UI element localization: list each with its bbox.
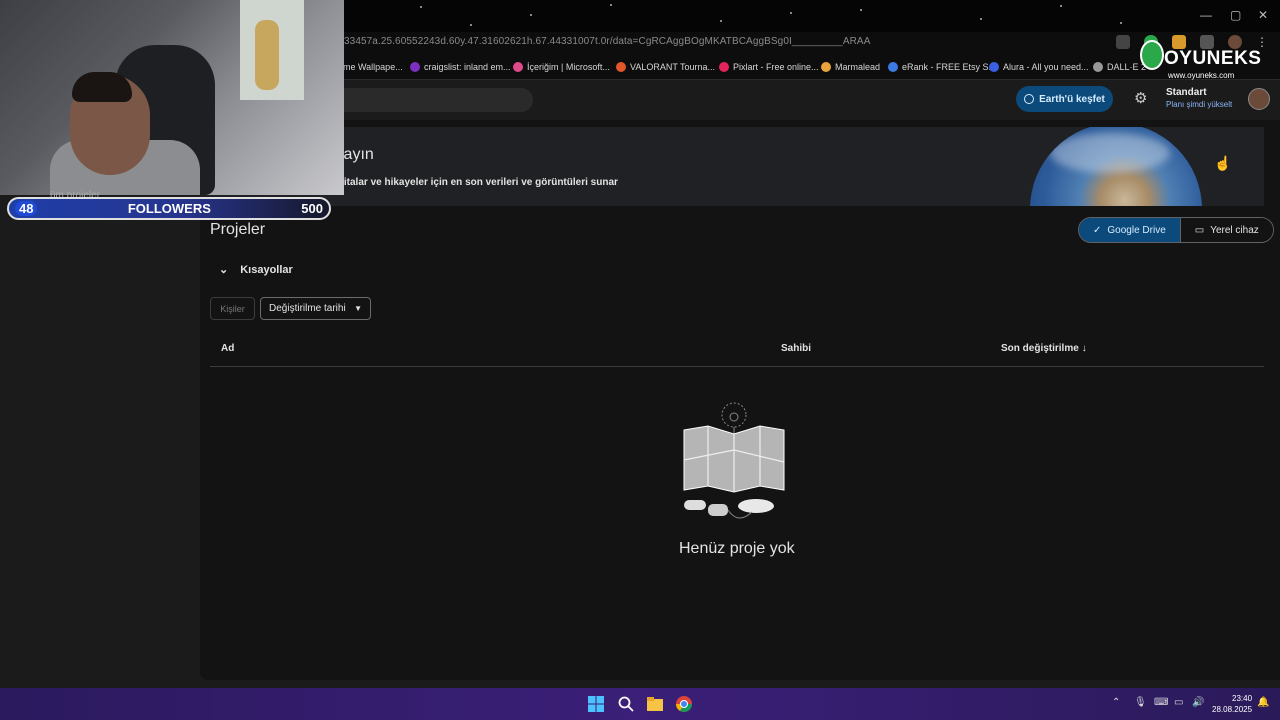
alura-icon [989,62,999,72]
column-header-owner[interactable]: Sahibi [781,343,811,354]
hand-cursor-icon: ☝ [1214,155,1232,171]
google-drive-toggle[interactable]: ✓ Google Drive [1079,218,1181,242]
earth-globe-image [1030,127,1202,206]
plan-title: Standart [1166,87,1207,98]
windows-taskbar: ⌃ 🎙 ⌨ ▭ 🔊 23:40 28.08.2025 🔔 [0,688,1280,720]
erank-icon [888,62,898,72]
keyboard-icon[interactable]: ⌨ [1154,697,1168,708]
heart-icon [719,62,729,72]
modified-date-filter[interactable]: Değiştirilme tarihi ▼ [260,297,371,320]
minimize-icon[interactable]: — [1200,8,1212,22]
craigslist-icon [410,62,420,72]
compass-icon [1024,94,1035,104]
banner-subtitle: ritalar ve hikayeler için en son veriler… [340,177,618,188]
bookmark-item[interactable]: Alura - All you need... [989,62,1089,72]
table-divider [210,366,1264,367]
system-clock[interactable]: 23:40 28.08.2025 [1212,693,1252,715]
gear-icon[interactable]: ⚙ [1134,91,1150,107]
chrome-icon[interactable] [676,696,692,712]
dropdown-arrow-icon: ▼ [354,304,362,313]
webcam-overlay [0,0,344,195]
maximize-icon[interactable]: ▢ [1230,8,1241,22]
column-header-modified[interactable]: Son değiştirilme ↓ [1001,343,1087,354]
file-explorer-icon[interactable] [647,696,663,712]
arrow-down-icon: ↓ [1081,343,1087,354]
plan-info[interactable]: Standart Planı şimdi yükselt [1166,87,1232,109]
followers-goal: 500 [301,201,323,216]
followers-label: FOLLOWERS [127,201,211,216]
explore-earth-button[interactable]: Earth'ü keşfet [1016,86,1113,112]
avatar[interactable] [1248,88,1270,110]
streamer-hair [72,72,132,102]
followers-current: 48 [15,201,38,216]
search-input[interactable] [330,88,533,112]
bookmark-item[interactable]: craigslist: inland em... [410,62,511,72]
check-icon: ✓ [1093,224,1102,236]
url-text[interactable]: 33457a.25.60552243d.60y.47.31602621h.67.… [344,36,870,47]
welcome-banner: layın ritalar ve hikayeler için en son v… [200,127,1264,206]
page-title: Projeler [210,221,266,238]
oyuneks-watermark: OYUNEKS www.oyuneks.com [1138,38,1268,82]
empty-state-text: Henüz proje yok [679,540,795,557]
poster-figure [255,20,279,90]
laptop-icon: ▭ [1194,224,1205,236]
windows-start-icon[interactable] [588,696,604,712]
shortcuts-toggle[interactable]: ⌄ Kısayollar [219,263,293,277]
followers-goal-bar: 48 FOLLOWERS 500 [7,197,331,220]
people-filter[interactable]: Kişiler [210,297,255,320]
bookmark-item[interactable]: eRank - FREE Etsy S... [888,62,996,72]
close-icon[interactable]: ✕ [1258,8,1268,22]
banner-title: layın [340,146,374,163]
openai-icon [1093,62,1103,72]
microphone-icon[interactable]: 🎙 [1134,697,1147,708]
bookmark-item[interactable]: VALORANT Tourna... [616,62,715,72]
local-device-toggle[interactable]: ▭ Yerel cihaz [1180,218,1273,242]
search-icon[interactable] [618,696,634,712]
empty-map-illustration [683,402,785,519]
upgrade-link[interactable]: Planı şimdi yükselt [1166,100,1232,109]
bookmark-item[interactable]: Pixlart - Free online... [719,62,819,72]
mascot-icon [1140,40,1164,70]
cast-icon[interactable] [1116,35,1130,49]
valorant-icon [616,62,626,72]
chevron-up-icon[interactable]: ⌃ [1112,697,1120,708]
microsoft-icon [513,62,523,72]
network-icon[interactable]: ▭ [1174,697,1183,708]
chevron-down-icon: ⌄ [219,264,229,276]
storage-toggle: ✓ Google Drive ▭ Yerel cihaz [1078,217,1274,243]
bookmark-item[interactable]: Marmalead [821,62,880,72]
notification-icon[interactable]: 🔔 [1257,697,1269,708]
volume-icon[interactable]: 🔊 [1192,697,1204,708]
marmalead-icon [821,62,831,72]
bookmark-item[interactable]: ome Wallpape... [338,62,403,72]
bookmark-item[interactable]: İçeriğim | Microsoft... [513,62,610,72]
column-header-name[interactable]: Ad [221,343,234,354]
